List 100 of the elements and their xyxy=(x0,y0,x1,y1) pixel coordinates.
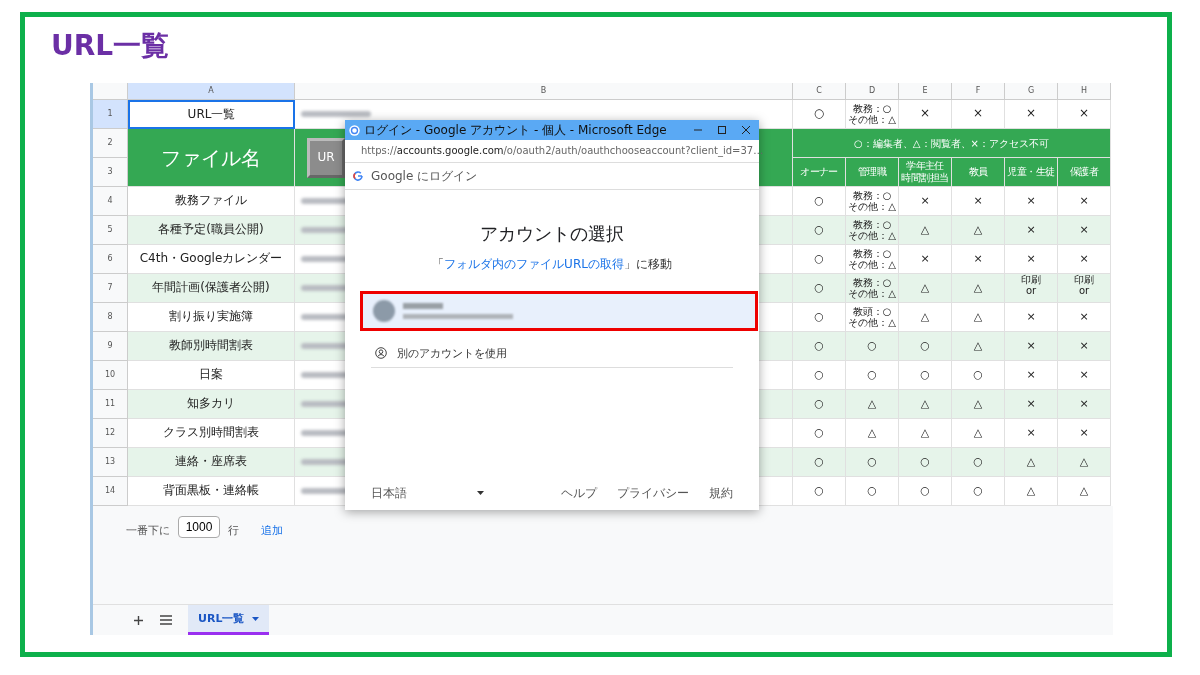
column-header[interactable]: G xyxy=(1005,83,1058,100)
column-header[interactable]: C xyxy=(793,83,846,100)
slide-title: URL一覧 xyxy=(50,28,171,63)
column-header[interactable]: B xyxy=(295,83,793,100)
column-title: 時間割担当 xyxy=(901,172,949,184)
table-cell: △ xyxy=(1005,477,1058,506)
table-cell: ○ xyxy=(899,477,952,506)
table-cell: △ xyxy=(899,274,952,303)
column-header[interactable]: F xyxy=(952,83,1005,100)
row-number[interactable]: 14 xyxy=(93,477,128,506)
row-number[interactable]: 11 xyxy=(93,390,128,419)
corner-cell[interactable] xyxy=(93,83,128,100)
account-item[interactable] xyxy=(360,291,758,331)
menu-icon[interactable] xyxy=(160,615,172,625)
maximize-icon xyxy=(717,125,727,135)
table-cell: × xyxy=(952,187,1005,216)
row-number[interactable]: 5 xyxy=(93,216,128,245)
table-cell: △ xyxy=(846,419,899,448)
sheet-tab[interactable]: URL一覧 xyxy=(188,605,270,635)
table-cell: 割り振り実施簿 xyxy=(128,303,295,332)
table-cell: × xyxy=(1005,303,1058,332)
table-cell: 教頭：○ その他：△ xyxy=(846,303,899,332)
table-cell: 日案 xyxy=(128,361,295,390)
table-cell: × xyxy=(1005,100,1058,129)
table-cell: 知多カリ xyxy=(128,390,295,419)
table-cell: ○ xyxy=(793,100,846,129)
table-cell: ○ xyxy=(793,390,846,419)
table-cell[interactable]: URL一覧 xyxy=(128,100,295,129)
table-cell: × xyxy=(1058,245,1111,274)
table-cell: × xyxy=(1005,245,1058,274)
column-header[interactable]: D xyxy=(846,83,899,100)
table-cell: × xyxy=(952,245,1005,274)
row-count-field[interactable]: 1000 xyxy=(178,516,220,538)
add-sheet-icon[interactable] xyxy=(133,614,144,626)
blurred-url xyxy=(301,111,371,117)
table-cell: 背面黒板・連絡帳 xyxy=(128,477,295,506)
table-cell: クラス別時間割表 xyxy=(128,419,295,448)
footer-link[interactable]: 規約 xyxy=(709,484,733,502)
table-cell: × xyxy=(1058,361,1111,390)
table-cell: △ xyxy=(899,390,952,419)
account-icon xyxy=(375,347,387,359)
table-cell: 教務：○ その他：△ xyxy=(846,245,899,274)
table-cell: ○ xyxy=(793,361,846,390)
table-cell: × xyxy=(899,100,952,129)
table-cell: △ xyxy=(1058,448,1111,477)
table-cell: ○ xyxy=(793,187,846,216)
table-cell: × xyxy=(899,187,952,216)
row-number[interactable]: 6 xyxy=(93,245,128,274)
column-title: ファイル名 xyxy=(128,129,295,187)
row-number[interactable]: 7 xyxy=(93,274,128,303)
row-number[interactable]: 1 xyxy=(93,100,128,129)
footer-link[interactable]: プライバシー xyxy=(617,484,689,502)
table-cell: 教師別時間割表 xyxy=(128,332,295,361)
table-cell: 教務ファイル xyxy=(128,187,295,216)
table-cell: × xyxy=(1058,187,1111,216)
add-rows-label: 行 xyxy=(228,523,239,538)
table-cell: ○ xyxy=(899,448,952,477)
table-cell: ○ xyxy=(793,245,846,274)
table-cell: △ xyxy=(1005,448,1058,477)
table-cell: ○ xyxy=(793,477,846,506)
table-cell: 教務：○ その他：△ xyxy=(846,274,899,303)
table-cell: × xyxy=(899,245,952,274)
caret-icon xyxy=(477,491,484,495)
other-account-item[interactable]: 別のアカウントを使用 xyxy=(371,339,733,368)
page-header: Google にログイン xyxy=(371,167,478,185)
row-number[interactable]: 4 xyxy=(93,187,128,216)
row-number[interactable]: 10 xyxy=(93,361,128,390)
table-cell: ○ xyxy=(952,477,1005,506)
table-cell: 印刷 or xyxy=(1005,274,1058,303)
language-select[interactable]: 日本語 xyxy=(371,484,484,502)
column-header[interactable]: E xyxy=(899,83,952,100)
row-number[interactable]: 8 xyxy=(93,303,128,332)
column-header[interactable]: A xyxy=(128,83,295,100)
table-cell: ○ xyxy=(846,361,899,390)
row-number[interactable]: 2 xyxy=(93,129,128,158)
table-cell: × xyxy=(1058,303,1111,332)
table-cell: × xyxy=(1005,390,1058,419)
table-cell: 教務：○ その他：△ xyxy=(846,187,899,216)
column-title: オーナー xyxy=(800,166,838,178)
table-cell: 連絡・座席表 xyxy=(128,448,295,477)
table-cell: ○ xyxy=(793,216,846,245)
google-logo-icon xyxy=(349,124,360,136)
table-cell: △ xyxy=(952,419,1005,448)
window-title: ログイン - Google アカウント - 個人 - Microsoft Edge xyxy=(364,121,668,139)
row-number[interactable]: 9 xyxy=(93,332,128,361)
table-cell: × xyxy=(952,100,1005,129)
row-number[interactable]: 13 xyxy=(93,448,128,477)
table-cell: 各種予定(職員公開) xyxy=(128,216,295,245)
table-cell: × xyxy=(1005,419,1058,448)
app-link[interactable]: フォルダ内のファイルURLの取得 xyxy=(444,257,624,271)
table-cell: △ xyxy=(899,303,952,332)
row-number[interactable]: 3 xyxy=(93,158,128,187)
row-number[interactable]: 12 xyxy=(93,419,128,448)
footer-link[interactable]: ヘルプ xyxy=(561,484,597,502)
close-icon xyxy=(741,125,751,135)
table-cell: × xyxy=(1058,390,1111,419)
table-cell: ○ xyxy=(846,477,899,506)
column-header[interactable]: H xyxy=(1058,83,1111,100)
dialog-heading: アカウントの選択 xyxy=(479,222,625,246)
add-link[interactable]: 追加 xyxy=(261,516,283,538)
